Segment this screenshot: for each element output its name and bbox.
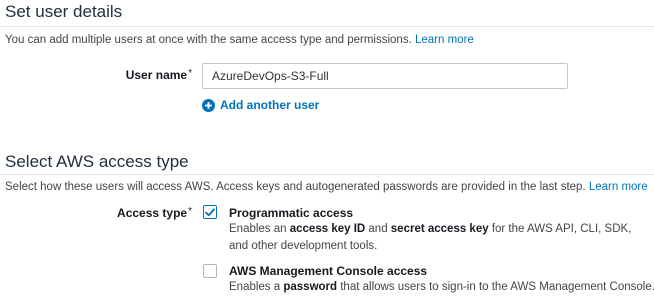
add-another-user-label: Add another user (220, 98, 320, 112)
user-name-label: User name* (100, 68, 192, 82)
access-type-description-text: Select how these users will access AWS. … (5, 181, 586, 193)
desc-emphasis: password (283, 281, 338, 293)
access-type-label-text: Access type (117, 206, 188, 220)
section-divider (0, 26, 654, 27)
programmatic-access-title: Programmatic access (229, 206, 354, 220)
desc-text: and (365, 223, 391, 235)
user-details-description-text: You can add multiple users at once with … (5, 34, 412, 46)
section-divider (0, 174, 654, 175)
console-access-checkbox[interactable] (203, 264, 217, 278)
user-details-description: You can add multiple users at once with … (5, 34, 474, 46)
plus-circle-icon (202, 98, 215, 112)
console-access-description: Enables a password that allows users to … (229, 279, 654, 296)
section-title-user-details: Set user details (5, 2, 123, 21)
programmatic-access-description: Enables an access key ID and secret acce… (229, 221, 651, 255)
user-name-label-text: User name (125, 68, 188, 82)
desc-text: that allows users to sign-in to the AWS … (337, 281, 654, 293)
console-access-title: AWS Management Console access (229, 264, 428, 278)
required-mark: * (188, 68, 192, 79)
access-type-description: Select how these users will access AWS. … (5, 181, 648, 193)
checkmark-icon (205, 208, 215, 216)
required-mark: * (188, 206, 192, 217)
desc-emphasis: access key ID (289, 223, 366, 235)
desc-text: Enables an (229, 223, 290, 235)
access-type-label: Access type* (100, 206, 192, 220)
learn-more-link[interactable]: Learn more (589, 181, 648, 193)
desc-text: Enables a (229, 281, 284, 293)
programmatic-access-checkbox[interactable] (203, 205, 217, 219)
user-name-input[interactable] (202, 63, 568, 89)
desc-emphasis: secret access key (390, 223, 489, 235)
section-title-access-type: Select AWS access type (5, 152, 189, 171)
add-another-user-button[interactable]: Add another user (202, 98, 319, 112)
learn-more-link[interactable]: Learn more (415, 34, 474, 46)
